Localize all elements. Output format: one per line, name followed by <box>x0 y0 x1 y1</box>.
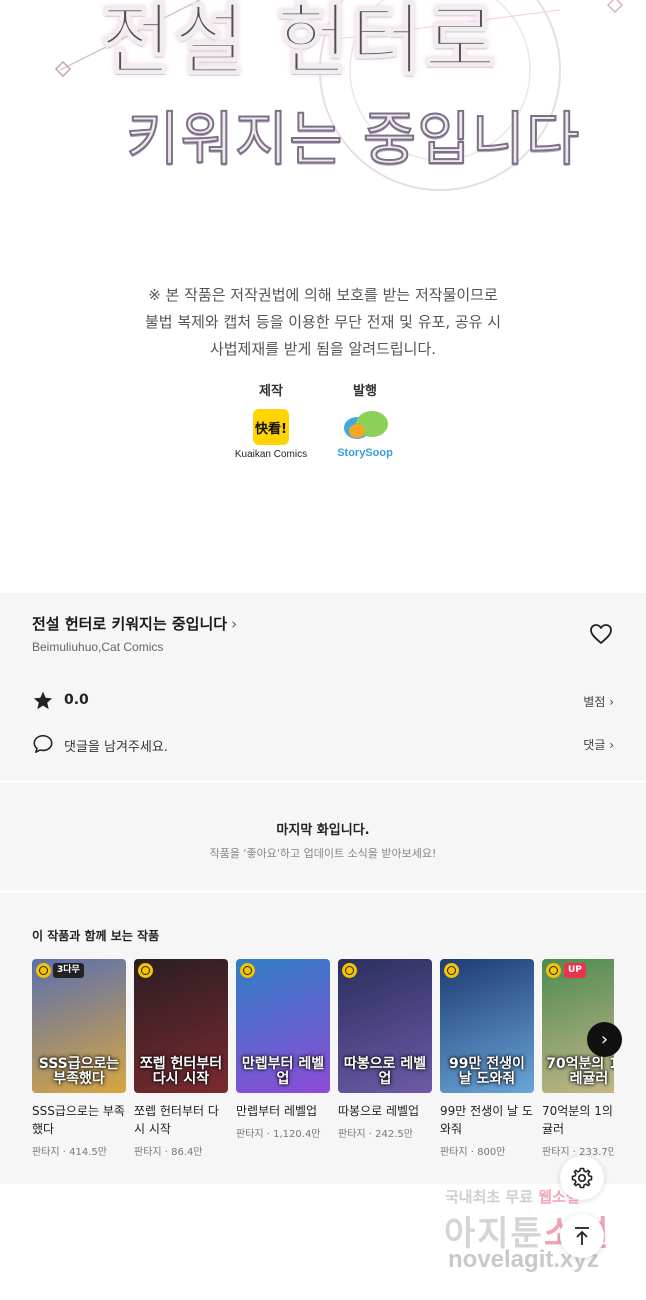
episode-final-image: 전설 헌터로 키워지는 중입니다 <box>0 0 646 230</box>
gear-icon <box>571 1167 593 1189</box>
rec-cover[interactable]: 99만 전생이 날 도와줘 <box>440 959 534 1093</box>
copyright-notice: ※ 본 작품은 저작권법에 의해 보호를 받는 저작물이므로 불법 복제와 캡처… <box>0 282 646 363</box>
carousel-next-button[interactable]: › <box>587 1022 622 1057</box>
rec-badge: 3다무 <box>53 963 84 978</box>
rec-title[interactable]: 쪼렙 헌터부터 다시 시작 <box>134 1102 228 1138</box>
settings-button[interactable] <box>560 1156 604 1200</box>
clock-icon <box>138 963 153 978</box>
viewer-page: 전설 헌터로 키워지는 중입니다 ※ 본 작품은 저작권법에 의해 보호를 받는… <box>0 0 646 1300</box>
scroll-top-button[interactable] <box>560 1214 604 1258</box>
clock-icon <box>546 963 561 978</box>
clock-icon <box>342 963 357 978</box>
comment-bubble-icon <box>33 734 53 754</box>
publisher-label: 발행 <box>353 384 377 399</box>
rec-meta: 판타지 · 86.4만 <box>134 1147 203 1158</box>
last-episode-title: 마지막 화입니다. <box>276 823 370 838</box>
rec-cover-title: 쪼렙 헌터부터 다시 시작 <box>139 1056 223 1087</box>
publisher-name: StorySoop <box>337 447 393 459</box>
rec-cover[interactable]: 쪼렙 헌터부터 다시 시작 <box>134 959 228 1093</box>
rec-title[interactable]: SSS급으로는 부족했다 <box>32 1102 126 1138</box>
rec-card[interactable]: 만렙부터 레벨업 만렙부터 레벨업 판타지 · 1,120.4만 <box>236 959 330 1140</box>
rec-card[interactable]: 따봉으로 레벨업 따봉으로 레벨업 판타지 · 242.5만 <box>338 959 432 1140</box>
comment-input[interactable]: 댓글을 남겨주세요. <box>64 736 168 755</box>
rec-card[interactable]: 3다무 SSS급으로는 부족했다 SSS급으로는 부족했다 판타지 · 414.… <box>32 959 126 1158</box>
clock-icon <box>240 963 255 978</box>
arrow-up-icon <box>575 1227 589 1245</box>
star-icon <box>33 691 53 710</box>
rec-cover[interactable]: 따봉으로 레벨업 <box>338 959 432 1093</box>
rec-title[interactable]: 만렙부터 레벨업 <box>236 1102 330 1120</box>
comments-button[interactable]: 댓글 › <box>583 736 614 753</box>
clock-icon <box>444 963 459 978</box>
production-label: 제작 <box>259 384 283 399</box>
credits: 제작 快看! Kuaikan Comics 발행 StorySoop <box>0 380 646 470</box>
chevron-right-icon: › <box>231 615 238 633</box>
production-name: Kuaikan Comics <box>234 449 308 460</box>
rec-title[interactable]: 99만 전생이 날 도와줘 <box>440 1102 534 1138</box>
recommendations-heading: 이 작품과 함께 보는 작품 <box>32 929 160 943</box>
series-info-panel: 전설 헌터로 키워지는 중입니다 › Beimuliuhuo,Cat Comics… <box>0 593 646 780</box>
rec-meta: 판타지 · 242.5만 <box>338 1129 413 1140</box>
notice-line: ※ 본 작품은 저작권법에 의해 보호를 받는 저작물이므로 <box>148 286 498 304</box>
notice-line: 사법제재를 받게 됨을 알려드립니다. <box>209 340 437 358</box>
rec-cover[interactable]: 3다무 SSS급으로는 부족했다 <box>32 959 126 1093</box>
rec-meta: 판타지 · 414.5만 <box>32 1147 107 1158</box>
like-heart-icon[interactable] <box>589 623 613 645</box>
artwork-title-line1: 전설 헌터로 <box>99 0 498 87</box>
rec-card[interactable]: 쪼렙 헌터부터 다시 시작 쪼렙 헌터부터 다시 시작 판타지 · 86.4만 <box>134 959 228 1158</box>
kuaikan-logo: 快看! <box>253 409 289 445</box>
rec-card[interactable]: UP 70억분의 1의 레귤러 70억분의 1의 레귤러 판타지 · 233.7… <box>542 959 614 1158</box>
recommendations-section: 이 작품과 함께 보는 작품 3다무 SSS급으로는 부족했다 SSS급으로는 … <box>0 893 646 1184</box>
production-credit: 제작 快看! Kuaikan Comics <box>226 380 316 460</box>
rec-cover[interactable]: 만렙부터 레벨업 <box>236 959 330 1093</box>
rec-title[interactable]: 70억분의 1의 레귤러 <box>542 1102 614 1138</box>
rec-cover-title: SSS급으로는 부족했다 <box>38 1056 120 1087</box>
artwork-title-line2: 키워지는 중입니다 <box>125 104 581 174</box>
comment-row: 댓글을 남겨주세요. 댓글 › <box>32 733 614 757</box>
rate-button[interactable]: 별점 › <box>583 693 614 710</box>
rating-value: 0.0 <box>64 692 89 708</box>
last-episode-subtitle: 작품을 '좋아요'하고 업데이트 소식을 받아보세요! <box>209 847 437 860</box>
rating-row: 0.0 별점 › <box>32 690 614 714</box>
rec-meta: 판타지 · 800만 <box>440 1147 506 1158</box>
rec-meta: 판타지 · 1,120.4만 <box>236 1129 321 1140</box>
series-author: Beimuliuhuo,Cat Comics <box>32 640 164 654</box>
notice-line: 불법 복제와 캡처 등을 이용한 무단 전재 및 유포, 공유 시 <box>144 313 502 331</box>
watermark-line1: 국내최초 무료 웹소설 <box>445 1188 580 1206</box>
series-title: 전설 헌터로 키워지는 중입니다 <box>32 615 228 633</box>
last-episode-banner: 마지막 화입니다. 작품을 '좋아요'하고 업데이트 소식을 받아보세요! <box>0 783 646 890</box>
site-watermark: 국내최초 무료 웹소설 아지툰소설 novelagit.xyz <box>440 1186 640 1286</box>
rec-cover-title: 70억분의 1의 레귤러 <box>546 1056 614 1087</box>
series-title-link[interactable]: 전설 헌터로 키워지는 중입니다 › <box>32 613 237 634</box>
recommendations-carousel[interactable]: 3다무 SSS급으로는 부족했다 SSS급으로는 부족했다 판타지 · 414.… <box>32 959 614 1169</box>
rec-cover-title: 99만 전생이 날 도와줘 <box>449 1056 525 1087</box>
rec-title[interactable]: 따봉으로 레벨업 <box>338 1102 432 1120</box>
rec-cover-title: 따봉으로 레벨업 <box>343 1056 427 1087</box>
rec-card[interactable]: 99만 전생이 날 도와줘 99만 전생이 날 도와줘 판타지 · 800만 <box>440 959 534 1158</box>
storysoop-logo <box>340 411 390 445</box>
rec-badge: UP <box>564 963 586 978</box>
rec-cover-title: 만렙부터 레벨업 <box>241 1056 325 1087</box>
clock-icon <box>36 963 51 978</box>
publisher-credit: 발행 StorySoop <box>320 380 410 459</box>
